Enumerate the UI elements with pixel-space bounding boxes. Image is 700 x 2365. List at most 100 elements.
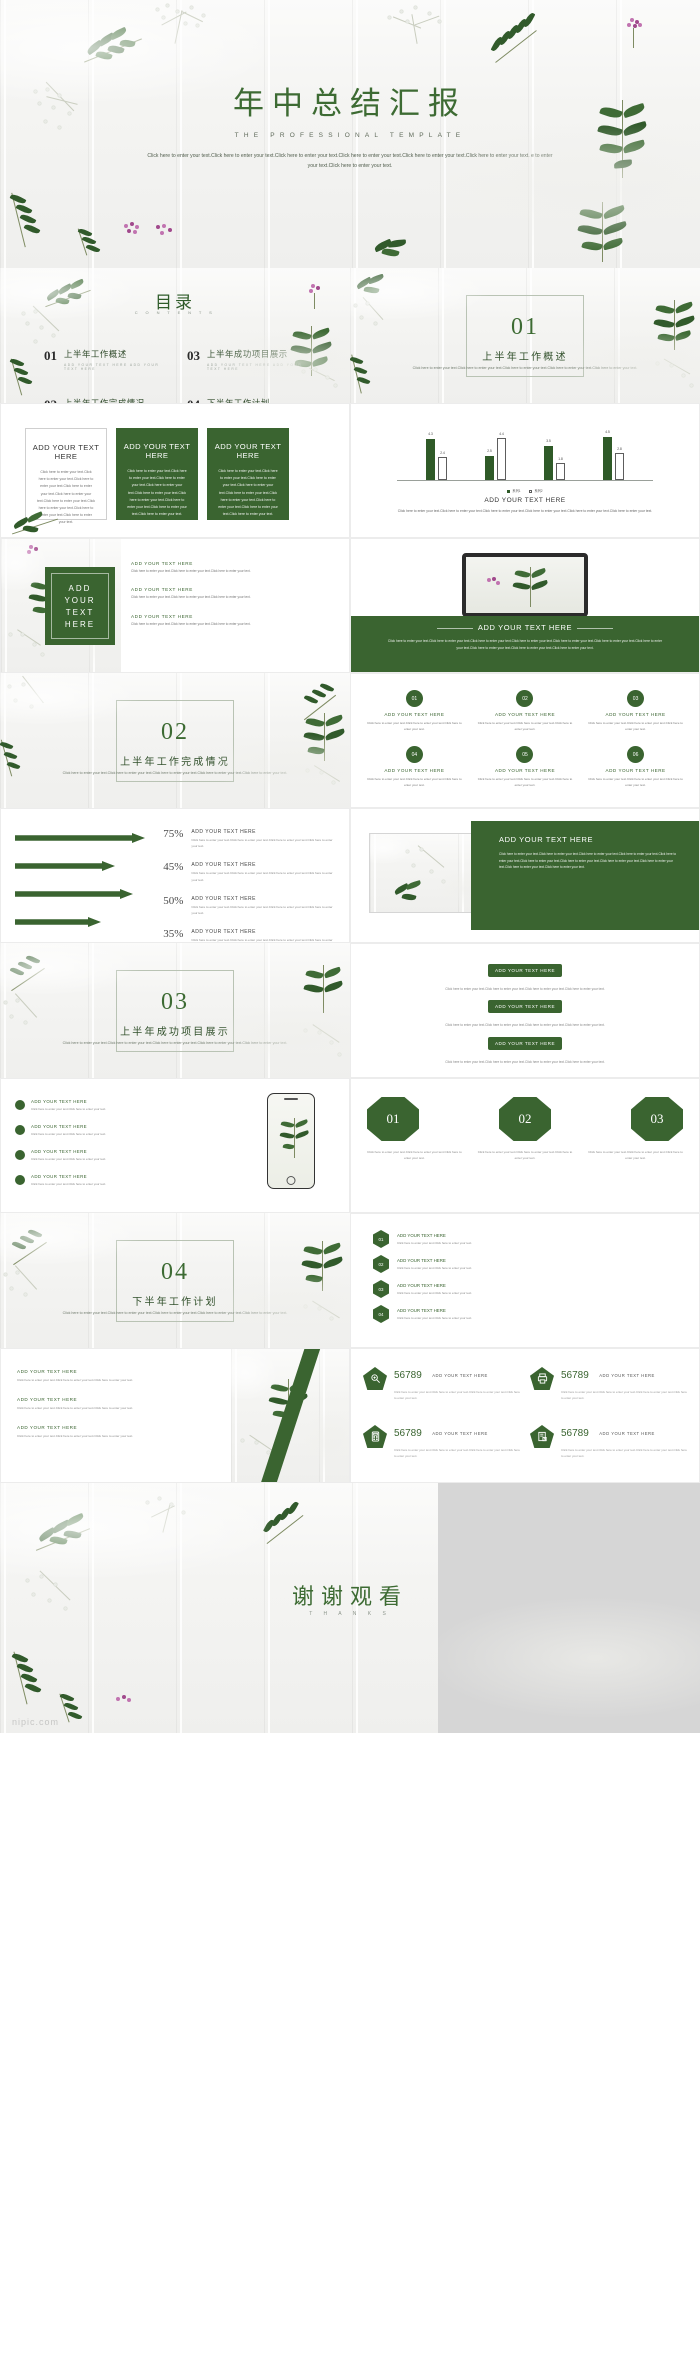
bar-chart[interactable]: 4.3 2.4 2.5 4.4 3.5 1.8 4.5 2.8 系列1 系列2 xyxy=(381,426,669,494)
pill-body: Click here to enter your text.Click here… xyxy=(445,1023,605,1028)
slide-hex-list[interactable]: 01 ADD YOUR TEXT HERE Click here to ente… xyxy=(350,1213,700,1348)
item-heading: ADD YOUR TEXT HERE xyxy=(397,1307,446,1313)
panel-body: Click here to enter your text.Click here… xyxy=(387,639,663,650)
gypsophila-decoration xyxy=(654,358,698,400)
bullet-dot xyxy=(15,1150,25,1160)
toc-item-01[interactable]: 01 上半年工作概述 ADD YOUR TEXT HERE ADD YOUR T… xyxy=(44,348,169,371)
list-item[interactable]: 03 ADD YOUR TEXT HERE Click here to ente… xyxy=(373,1280,522,1298)
text-box-1[interactable]: ADD YOUR TEXT HERE Click here to enter y… xyxy=(25,428,107,524)
slide-section-01[interactable]: 01 上半年工作概述 Click here to enter your text… xyxy=(350,268,700,403)
fern-decoration xyxy=(488,6,546,63)
slide-arrows[interactable]: 75% ADD YOUR TEXT HERE Click here to ent… xyxy=(0,808,350,943)
stat-body: Click here to enter your text.Click here… xyxy=(561,1448,687,1458)
badge-circle: 01 xyxy=(405,690,423,707)
stat-item[interactable]: 56789 ADD YOUR TEXT HERE Click here to e… xyxy=(530,1425,687,1459)
item-body: Click here to enter your text.Click here… xyxy=(31,1107,107,1111)
printer-icon xyxy=(530,1367,554,1390)
bullet-dot xyxy=(15,1175,25,1185)
list-item[interactable]: 04 ADD YOUR TEXT HERE Click here to ente… xyxy=(373,1305,522,1323)
pill-button[interactable]: ADD YOUR TEXT HERE xyxy=(488,1000,562,1014)
slide-phone[interactable]: ADD YOUR TEXT HERE Click here to enter y… xyxy=(0,1078,350,1213)
fern-decoration xyxy=(59,1689,102,1725)
slide-section-03[interactable]: 03 上半年成功项目展示 Click here to enter your te… xyxy=(0,943,350,1078)
list-item[interactable]: ADD YOUR TEXT HERE Click here to enter y… xyxy=(15,1099,135,1112)
list-item[interactable]: ADD YOUR TEXT HERE Click here to enter y… xyxy=(15,1149,135,1162)
stat-body: Click here to enter your text.Click here… xyxy=(561,1390,687,1400)
slide-stats[interactable]: 56789 ADD YOUR TEXT HERE Click here to e… xyxy=(350,1348,700,1483)
list-item[interactable]: ADD YOUR TEXT HERE Click here to enter y… xyxy=(17,1425,167,1439)
gypsophila-decoration xyxy=(140,1497,196,1541)
list-item[interactable]: 01 ADD YOUR TEXT HERE Click here to ente… xyxy=(373,1230,522,1248)
list-item[interactable]: 02 ADD YOUR TEXT HERE Click here to ente… xyxy=(373,1255,522,1273)
percentage-row[interactable]: 45% ADD YOUR TEXT HERE Click here to ent… xyxy=(151,862,339,882)
pill-list: ADD YOUR TEXT HERE Click here to enter y… xyxy=(351,964,699,1073)
arrow-row xyxy=(15,831,145,845)
slide-circle-trio[interactable]: 01 ADD YOUR TEXT HERE Click here to ente… xyxy=(350,673,700,808)
octagon-body: Click here to enter your text.Click here… xyxy=(477,1150,573,1161)
text-box-3[interactable]: ADD YOUR TEXT HERE Click here to enter y… xyxy=(207,428,289,520)
chart-bar-value: 2.4 xyxy=(440,451,445,455)
page-body-text: Click here to enter your text.Click here… xyxy=(147,153,553,169)
pill-button[interactable]: ADD YOUR TEXT HERE xyxy=(488,1036,562,1050)
stack-word-1: ADD xyxy=(68,583,92,593)
trio-col[interactable]: 05 ADD YOUR TEXT HERE Click here to ente… xyxy=(478,746,573,788)
slide-bar-chart[interactable]: 4.3 2.4 2.5 4.4 3.5 1.8 4.5 2.8 系列1 系列2 ADD YOU… xyxy=(350,403,700,538)
flower-decoration xyxy=(624,18,646,50)
slide-monitor[interactable]: ADD YOUR TEXT HERE Click here to enter y… xyxy=(350,538,700,673)
slide-stack-text[interactable]: ADD YOUR TEXT HERE ADD YOUR TEXT HERE Cl… xyxy=(0,538,350,673)
pill-button[interactable]: ADD YOUR TEXT HERE xyxy=(488,964,562,977)
slide-toc[interactable]: 目录 C O N T E N T S 01 上半年工作概述 ADD YOUR T… xyxy=(0,268,350,403)
green-caption-panel: ADD YOUR TEXT HERE Click here to enter y… xyxy=(351,616,699,672)
arrow-bars xyxy=(15,831,145,943)
bullet-dot xyxy=(15,1125,25,1135)
stat-value: 56789 xyxy=(561,1369,589,1381)
list-item[interactable]: ADD YOUR TEXT HERE Click here to enter y… xyxy=(131,587,333,600)
list-item[interactable]: ADD YOUR TEXT HERE Click here to enter y… xyxy=(15,1174,135,1187)
percentage-value: 45% xyxy=(163,861,184,874)
slide-octagons[interactable]: 01 02 03 Click here to enter your text.C… xyxy=(350,1078,700,1213)
slide-green-right[interactable]: ADD YOUR TEXT HERE Click here to enter y… xyxy=(350,808,700,943)
item-heading: ADD YOUR TEXT HERE xyxy=(397,1257,446,1263)
toc-item-03[interactable]: 03 上半年成功项目展示 ADD YOUR TEXT HERE ADD YOUR… xyxy=(187,348,312,371)
trio-col[interactable]: 06 ADD YOUR TEXT HERE Click here to ente… xyxy=(588,746,683,788)
stat-item[interactable]: 56789 ADD YOUR TEXT HERE Click here to e… xyxy=(363,1367,520,1401)
octagon-row: 01 02 03 xyxy=(367,1097,683,1141)
list-item[interactable]: ADD YOUR TEXT HERE Click here to enter y… xyxy=(15,1124,135,1137)
list-item[interactable]: ADD YOUR TEXT HERE Click here to enter y… xyxy=(17,1397,167,1411)
text-box-2[interactable]: ADD YOUR TEXT HERE Click here to enter y… xyxy=(116,428,198,520)
trio-col[interactable]: 02 ADD YOUR TEXT HERE Click here to ente… xyxy=(478,690,573,732)
row-heading: ADD YOUR TEXT HERE xyxy=(191,929,256,936)
percentage-row[interactable]: 75% ADD YOUR TEXT HERE Click here to ent… xyxy=(151,829,339,849)
pill-body: Click here to enter your text.Click here… xyxy=(445,987,605,991)
trio-col[interactable]: 03 ADD YOUR TEXT HERE Click here to ente… xyxy=(588,690,683,732)
trio-col[interactable]: 04 ADD YOUR TEXT HERE Click here to ente… xyxy=(367,746,462,788)
slide-three-boxes[interactable]: ADD YOUR TEXT HERE Click here to enter y… xyxy=(0,403,350,538)
percentage-value: 50% xyxy=(163,894,184,907)
slide-section-04[interactable]: 04 下半年工作计划 Click here to enter your text… xyxy=(0,1213,350,1348)
stack-heading-block[interactable]: ADD YOUR TEXT HERE xyxy=(45,567,115,645)
octagon-badge[interactable]: 02 xyxy=(499,1097,551,1141)
toc-item-label: 上半年工作概述 xyxy=(64,350,127,359)
item-body: Click here to enter your text.Click here… xyxy=(397,1240,473,1245)
slide-pills[interactable]: ADD YOUR TEXT HERE Click here to enter y… xyxy=(350,943,700,1078)
slide-closing[interactable]: 谢谢观看 T H A N K S nipic.com xyxy=(0,1483,700,1733)
toc-subheading: C O N T E N T S xyxy=(134,310,216,315)
list-item[interactable]: ADD YOUR TEXT HERE Click here to enter y… xyxy=(131,614,333,627)
slide-title[interactable]: 年中总结汇报 THE PROFESSIONAL TEMPLATE Click h… xyxy=(0,0,700,268)
box-heading: ADD YOUR TEXT HERE xyxy=(123,442,191,460)
slide-section-02[interactable]: 02 上半年工作完成情况 Click here to enter your te… xyxy=(0,673,350,808)
list-item[interactable]: ADD YOUR TEXT HERE Click here to enter y… xyxy=(17,1369,167,1383)
slide-diagonal[interactable]: ADD YOUR TEXT HERE Click here to enter y… xyxy=(0,1348,350,1483)
col-heading: ADD YOUR TEXT HERE xyxy=(384,768,445,773)
item-heading: ADD YOUR TEXT HERE xyxy=(131,613,193,619)
octagon-badge[interactable]: 01 xyxy=(367,1097,419,1141)
stat-item[interactable]: 56789 ADD YOUR TEXT HERE Click here to e… xyxy=(363,1425,520,1459)
percentage-row[interactable]: 50% ADD YOUR TEXT HERE Click here to ent… xyxy=(151,894,339,916)
stat-item[interactable]: 56789 ADD YOUR TEXT HERE Click here to e… xyxy=(530,1367,687,1401)
percentage-row[interactable]: 35% ADD YOUR TEXT HERE Click here to ent… xyxy=(151,929,339,942)
octagon-badge[interactable]: 03 xyxy=(631,1097,683,1141)
list-item[interactable]: ADD YOUR TEXT HERE Click here to enter y… xyxy=(131,561,333,574)
trio-col[interactable]: 01 ADD YOUR TEXT HERE Click here to ente… xyxy=(367,690,462,732)
diagonal-accent-band xyxy=(257,1349,322,1482)
item-heading: ADD YOUR TEXT HERE xyxy=(397,1282,446,1288)
